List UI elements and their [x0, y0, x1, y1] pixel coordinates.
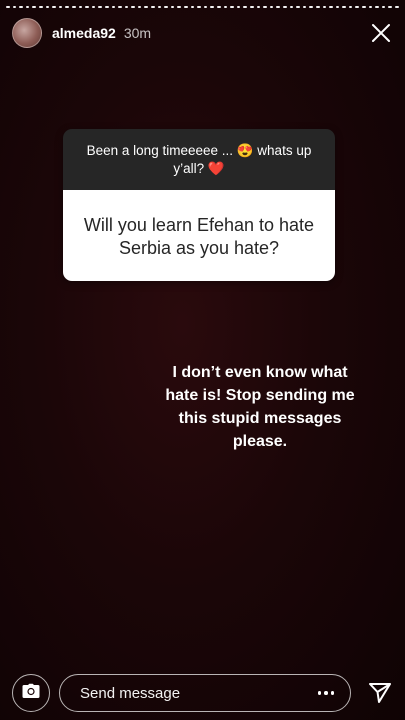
- progress-segment: [58, 6, 63, 8]
- send-icon[interactable]: [367, 680, 393, 706]
- progress-segment: [137, 6, 142, 8]
- progress-segment: [12, 6, 17, 8]
- send-message-field[interactable]: [59, 674, 351, 712]
- progress-segment: [177, 6, 182, 8]
- progress-segment: [197, 6, 201, 8]
- progress-segment: [355, 6, 360, 8]
- username[interactable]: almeda92: [52, 25, 116, 41]
- question-sticker: Been a long timeeeee ... 😍 whats up y’al…: [63, 129, 335, 281]
- progress-segment: [203, 6, 208, 8]
- avatar[interactable]: [12, 18, 42, 48]
- more-dot: [317, 691, 321, 695]
- progress-segment: [85, 6, 89, 8]
- progress-segment: [111, 6, 116, 8]
- camera-icon: [22, 683, 40, 704]
- progress-segment: [269, 6, 274, 8]
- story-progress-bar: [6, 6, 399, 8]
- progress-segment: [395, 6, 399, 8]
- progress-segment: [223, 6, 228, 8]
- progress-segment: [217, 6, 221, 8]
- progress-segment: [368, 6, 373, 8]
- progress-segment: [381, 6, 386, 8]
- more-icon[interactable]: [312, 685, 334, 701]
- progress-segment: [296, 6, 300, 8]
- progress-segment: [71, 6, 76, 8]
- progress-segment: [124, 6, 129, 8]
- progress-segment: [104, 6, 109, 8]
- progress-segment: [38, 6, 43, 8]
- progress-segment: [348, 6, 353, 8]
- progress-segment: [157, 6, 162, 8]
- progress-segment: [91, 6, 96, 8]
- progress-segment: [243, 6, 247, 8]
- progress-segment: [131, 6, 135, 8]
- more-dot: [324, 691, 328, 695]
- progress-segment: [362, 6, 366, 8]
- progress-segment: [144, 6, 149, 8]
- more-dot: [330, 691, 334, 695]
- progress-segment: [210, 6, 214, 8]
- close-icon[interactable]: [369, 21, 393, 45]
- progress-segment: [289, 6, 294, 8]
- camera-button[interactable]: [12, 674, 50, 712]
- progress-segment: [32, 6, 36, 8]
- progress-segment: [375, 6, 379, 8]
- progress-segment: [342, 6, 346, 8]
- question-sticker-prompt: Been a long timeeeee ... 😍 whats up y’al…: [63, 129, 335, 190]
- progress-segment: [388, 6, 393, 8]
- progress-segment: [315, 6, 320, 8]
- progress-segment: [230, 6, 234, 8]
- progress-segment: [236, 6, 241, 8]
- progress-segment: [98, 6, 102, 8]
- send-message-input[interactable]: [80, 684, 312, 702]
- progress-segment: [276, 6, 280, 8]
- progress-segment: [322, 6, 327, 8]
- progress-segment: [6, 6, 10, 8]
- story-timestamp: 30m: [123, 25, 152, 41]
- progress-segment: [118, 6, 122, 8]
- story-reply-text: I don’t even know what hate is! Stop sen…: [165, 364, 355, 450]
- progress-segment: [249, 6, 254, 8]
- progress-segment: [329, 6, 333, 8]
- progress-segment: [256, 6, 261, 8]
- progress-segment: [170, 6, 175, 8]
- story-header: almeda92 30m: [12, 16, 393, 50]
- progress-segment: [45, 6, 50, 8]
- story-composer: [12, 673, 393, 713]
- progress-segment: [302, 6, 307, 8]
- story-viewer: almeda92 30m Been a long timeeeee ... 😍 …: [0, 0, 405, 720]
- progress-segment: [263, 6, 267, 8]
- progress-segment: [184, 6, 188, 8]
- progress-segment: [52, 6, 56, 8]
- progress-segment: [19, 6, 23, 8]
- progress-segment: [190, 6, 195, 8]
- progress-segment: [309, 6, 313, 8]
- progress-segment: [151, 6, 155, 8]
- progress-segment: [335, 6, 340, 8]
- progress-segment: [78, 6, 83, 8]
- progress-segment: [25, 6, 30, 8]
- progress-segment: [65, 6, 69, 8]
- question-sticker-question: Will you learn Efehan to hate Serbia as …: [63, 190, 335, 281]
- progress-segment: [164, 6, 168, 8]
- progress-segment: [282, 6, 287, 8]
